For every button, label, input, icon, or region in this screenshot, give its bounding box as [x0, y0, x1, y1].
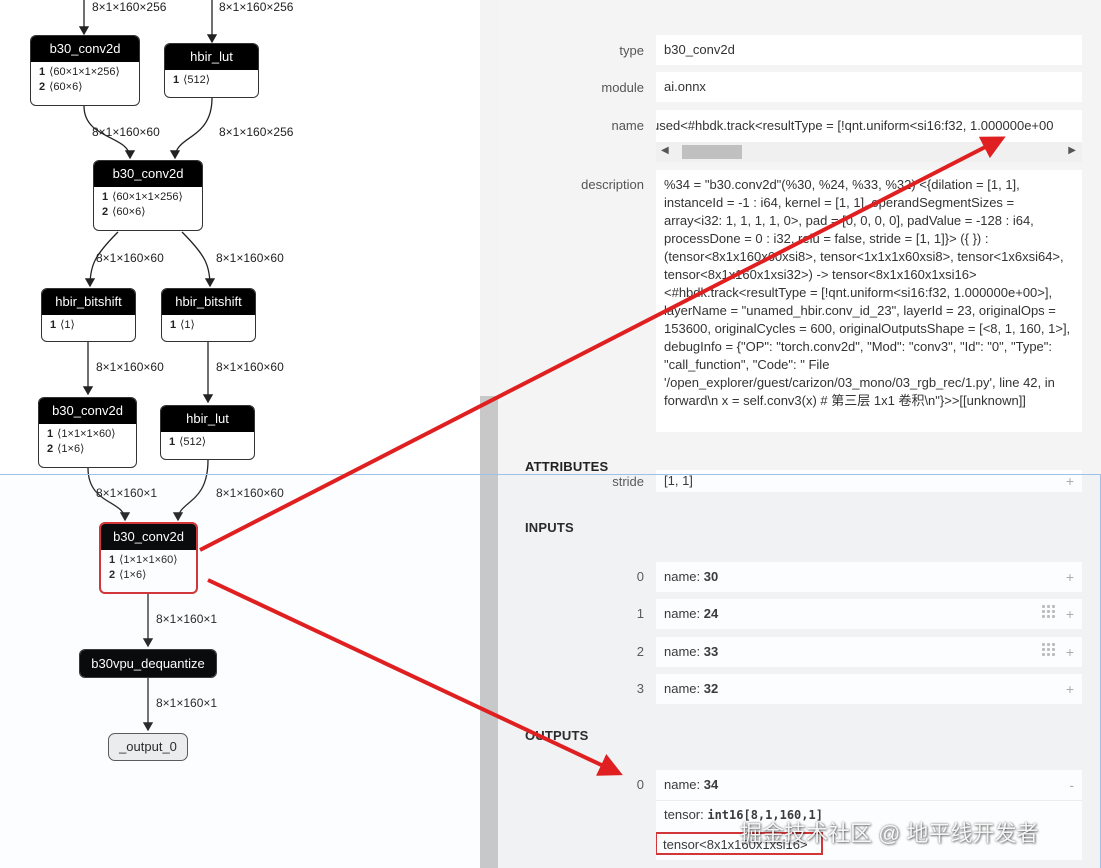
- expand-icon[interactable]: +: [1066, 674, 1074, 704]
- node-title: hbir_bitshift: [162, 289, 255, 315]
- graph-node-output[interactable]: _output_0: [108, 733, 188, 761]
- input-item[interactable]: name: 30 +: [656, 562, 1082, 592]
- graph-node-hbir-bitshift[interactable]: hbir_bitshift 1 ⟨1⟩: [41, 288, 136, 342]
- name-hscrollbar-thumb[interactable]: [682, 145, 742, 159]
- name-label: name: [611, 118, 644, 133]
- module-label: module: [601, 80, 644, 95]
- output-index: 0: [636, 777, 644, 792]
- node-title: hbir_lut: [161, 406, 254, 432]
- edge-label: 8×1×160×60: [216, 486, 284, 500]
- name-value-text: used<#hbdk.track<resultType = [!qnt.unif…: [656, 118, 1054, 133]
- node-attrs: 1 ⟨1×1×1×60⟩ 2 ⟨1×6⟩: [109, 554, 178, 581]
- node-title: hbir_bitshift: [42, 289, 135, 315]
- inputs-section-title: INPUTS: [525, 520, 574, 535]
- drag-grip-icon[interactable]: [1042, 643, 1056, 657]
- edge-label: 8×1×160×256: [219, 125, 294, 139]
- node-title: b30_conv2d: [101, 524, 196, 550]
- scroll-right-icon[interactable]: ▶: [1068, 145, 1076, 156]
- attributes-section-title: ATTRIBUTES: [525, 459, 609, 474]
- edge-label: 8×1×160×256: [92, 0, 167, 14]
- node-title: _output_0: [119, 739, 177, 754]
- node-attrs: 1 ⟨60×1×1×256⟩ 2 ⟨60×6⟩: [39, 66, 120, 93]
- graph-node-hbir-lut[interactable]: hbir_lut 1 ⟨512⟩: [160, 405, 255, 460]
- expand-icon[interactable]: +: [1066, 562, 1074, 592]
- output-name-row: name: 34 -: [664, 770, 1074, 800]
- input-index: 3: [636, 681, 644, 696]
- input-item[interactable]: name: 33 +: [656, 637, 1082, 667]
- node-title: hbir_lut: [165, 44, 258, 70]
- type-label: type: [619, 43, 644, 58]
- graph-node-b30-conv2d[interactable]: b30_conv2d 1 ⟨60×1×1×256⟩ 2 ⟨60×6⟩: [30, 35, 140, 106]
- graph-node-b30-conv2d[interactable]: b30_conv2d 1 ⟨60×1×1×256⟩ 2 ⟨60×6⟩: [93, 160, 203, 231]
- node-attrs: 1 ⟨512⟩: [173, 74, 211, 86]
- pane-scrollbar-thumb[interactable]: [480, 396, 498, 868]
- collapse-icon[interactable]: -: [1069, 770, 1074, 800]
- node-title: b30_conv2d: [31, 36, 139, 62]
- node-attrs: 1 ⟨1⟩: [170, 319, 195, 331]
- node-attrs: 1 ⟨1⟩: [50, 319, 75, 331]
- input-item[interactable]: name: 24 +: [656, 599, 1082, 629]
- app-window: 8×1×160×256 8×1×160×256 8×1×160×60 8×1×1…: [0, 0, 1101, 868]
- edge-n2-n3: [169, 97, 213, 160]
- edge-label: 8×1×160×1: [156, 696, 218, 710]
- description-value[interactable]: %34 = "b30.conv2d"(%30, %24, %33, %32) <…: [656, 170, 1082, 432]
- watermark: 掘金技术社区 @ 地平线开发者: [740, 821, 1039, 846]
- edge-label: 8×1×160×1: [96, 486, 158, 500]
- expand-icon[interactable]: +: [1066, 637, 1074, 667]
- name-hscrollbar[interactable]: ◀ ▶: [656, 142, 1082, 162]
- edge-label: 8×1×160×60: [96, 360, 164, 374]
- expand-icon[interactable]: +: [1066, 470, 1074, 492]
- name-value[interactable]: used<#hbdk.track<resultType = [!qnt.unif…: [656, 110, 1082, 162]
- graph-node-b30-conv2d-selected[interactable]: b30_conv2d 1 ⟨1×1×1×60⟩ 2 ⟨1×6⟩: [99, 522, 198, 594]
- node-title: b30_conv2d: [39, 398, 136, 424]
- node-title: b30_conv2d: [94, 161, 202, 187]
- graph-canvas[interactable]: 8×1×160×256 8×1×160×256 8×1×160×60 8×1×1…: [0, 0, 480, 868]
- edge-label: 8×1×160×1: [156, 612, 218, 626]
- scroll-left-icon[interactable]: ◀: [661, 145, 669, 156]
- graph-node-b30vpu-dequantize[interactable]: b30vpu_dequantize: [79, 649, 217, 678]
- module-value[interactable]: ai.onnx: [656, 72, 1082, 102]
- description-label: description: [581, 177, 644, 192]
- edge-label: 8×1×160×60: [96, 251, 164, 265]
- type-value[interactable]: b30_conv2d: [656, 35, 1082, 65]
- expand-icon[interactable]: +: [1066, 599, 1074, 629]
- input-item[interactable]: name: 32 +: [656, 674, 1082, 704]
- node-title: b30vpu_dequantize: [80, 650, 216, 677]
- edge-label: 8×1×160×60: [92, 125, 160, 139]
- graph-node-b30-conv2d[interactable]: b30_conv2d 1 ⟨1×1×1×60⟩ 2 ⟨1×6⟩: [38, 397, 137, 468]
- node-attrs: 1 ⟨512⟩: [169, 436, 207, 448]
- node-attrs: 1 ⟨60×1×1×256⟩ 2 ⟨60×6⟩: [102, 191, 183, 218]
- stride-value[interactable]: [1, 1] +: [656, 470, 1082, 492]
- edge-label: 8×1×160×256: [219, 0, 294, 14]
- stride-label: stride: [612, 474, 644, 489]
- graph-node-hbir-bitshift[interactable]: hbir_bitshift 1 ⟨1⟩: [161, 288, 256, 342]
- edge-label: 8×1×160×60: [216, 360, 284, 374]
- edge-n3-n5: [181, 231, 216, 288]
- graph-node-hbir-lut[interactable]: hbir_lut 1 ⟨512⟩: [164, 43, 259, 98]
- input-index: 2: [636, 644, 644, 659]
- input-index: 0: [636, 569, 644, 584]
- outputs-section-title: OUTPUTS: [525, 728, 589, 743]
- drag-grip-icon[interactable]: [1042, 605, 1056, 619]
- node-attrs: 1 ⟨1×1×1×60⟩ 2 ⟨1×6⟩: [47, 428, 116, 455]
- edge-n7-n8: [172, 459, 209, 522]
- edge-label: 8×1×160×60: [216, 251, 284, 265]
- input-index: 1: [636, 606, 644, 621]
- properties-sidebar: type b30_conv2d module ai.onnx name used…: [498, 0, 1101, 868]
